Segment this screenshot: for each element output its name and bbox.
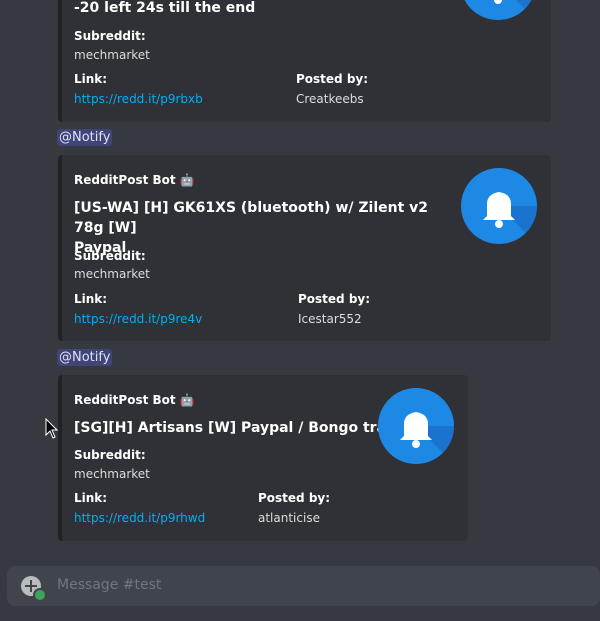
robot-icon: 🤖 (179, 173, 195, 187)
notify-mention[interactable]: @Notify (57, 129, 113, 146)
subreddit-value: mechmarket (74, 48, 150, 62)
author-name: RedditPost Bot (74, 393, 176, 407)
bell-icon[interactable] (461, 168, 537, 244)
subreddit-value: mechmarket (74, 467, 150, 481)
notify-mention[interactable]: @Notify (57, 349, 113, 366)
embed-author[interactable]: RedditPost Bot 🤖 (74, 173, 195, 187)
subreddit-value: mechmarket (74, 267, 150, 281)
link-label: Link: (74, 292, 108, 306)
status-dot-icon (33, 588, 47, 602)
embed-author[interactable]: RedditPost Bot 🤖 (74, 393, 195, 407)
posted-by-label: Posted by: (296, 72, 369, 86)
bell-icon[interactable] (460, 0, 536, 20)
posted-by-value: Icestar552 (298, 312, 362, 326)
message-input[interactable]: Message #test (57, 577, 161, 593)
subreddit-label: Subreddit: (74, 29, 146, 43)
posted-by-value: Creatkeebs (296, 92, 364, 106)
embed-3: RedditPost Bot 🤖 [SG][H] Artisans [W] Pay… (58, 375, 468, 541)
embed-title-line: [US-WA] [H] GK61XS (bluetooth) w/ Zilent… (74, 200, 429, 236)
embed-title[interactable]: [SG][H] Artisans [W] Paypal / Bongo trad… (74, 418, 414, 438)
author-name: RedditPost Bot (74, 173, 176, 187)
link-label: Link: (74, 72, 108, 86)
embed-1: -20 left 24s till the end Subreddit: mec… (58, 0, 551, 122)
bell-icon[interactable] (378, 388, 454, 464)
posted-by-label: Posted by: (298, 292, 371, 306)
subreddit-label: Subreddit: (74, 249, 146, 263)
post-link[interactable]: https://redd.it/p9rhwd (74, 511, 205, 525)
subreddit-label: Subreddit: (74, 448, 146, 462)
posted-by-label: Posted by: (258, 491, 331, 505)
mouse-cursor-icon (45, 417, 59, 444)
posted-by-value: atlanticise (258, 511, 320, 525)
robot-icon: 🤖 (179, 393, 195, 407)
message-input-bar: Message #test (7, 566, 600, 606)
post-link[interactable]: https://redd.it/p9re4v (74, 312, 202, 326)
embed-title[interactable]: -20 left 24s till the end (74, 0, 255, 18)
post-link[interactable]: https://redd.it/p9rbxb (74, 92, 203, 106)
embed-2: RedditPost Bot 🤖 [US-WA] [H] GK61XS (blue… (58, 155, 551, 341)
link-label: Link: (74, 491, 108, 505)
